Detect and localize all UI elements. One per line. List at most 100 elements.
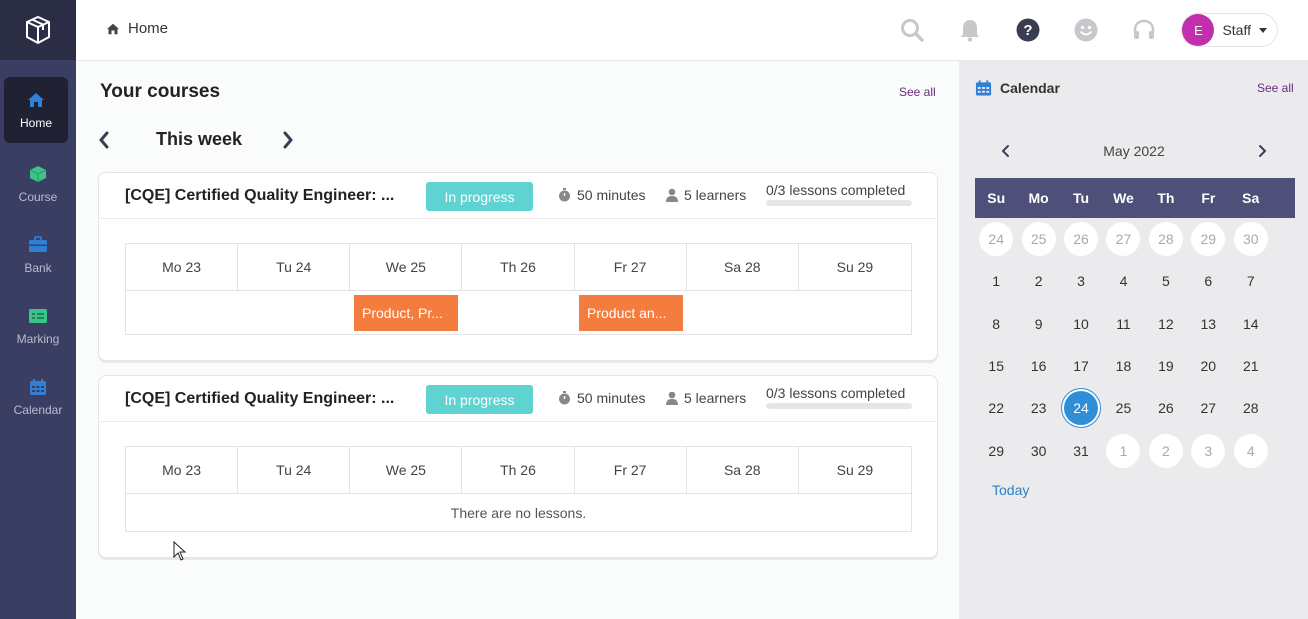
calendar-day-number: 3 (1077, 273, 1085, 290)
calendar-day-number: 26 (1158, 400, 1174, 417)
sidebar-item-label: Calendar (13, 402, 63, 417)
calendar-day[interactable]: 11 (1102, 303, 1144, 345)
status-badge: In progress (426, 182, 533, 211)
calendar-day[interactable]: 8 (975, 303, 1017, 345)
calendar-day[interactable]: 1 (975, 260, 1017, 302)
calendar-day[interactable]: 18 (1102, 345, 1144, 387)
calendar-day[interactable]: 1 (1102, 429, 1144, 471)
bell-icon[interactable] (941, 0, 999, 60)
breadcrumb-home[interactable]: Home (128, 20, 168, 37)
headset-icon[interactable] (1115, 0, 1173, 60)
calendar-day[interactable]: 23 (1017, 387, 1059, 429)
calendar-day-number: 31 (1073, 442, 1089, 459)
calendar-day-number: 30 (1030, 442, 1047, 459)
calendar-day-number: 30 (1233, 222, 1268, 257)
sidebar-item-bank[interactable]: Bank (0, 219, 76, 290)
calendar-day[interactable]: 26 (1060, 218, 1102, 260)
calendar-day[interactable]: 15 (975, 345, 1017, 387)
calendar-day[interactable]: 25 (1102, 387, 1144, 429)
calendar-day-number: 23 (1030, 400, 1047, 417)
chevron-right-icon[interactable] (1257, 144, 1267, 158)
smiley-icon[interactable] (1057, 0, 1115, 60)
calendar-day[interactable]: 28 (1145, 218, 1187, 260)
calendar-day-today[interactable]: 24 (1060, 387, 1102, 429)
home-icon (107, 23, 119, 34)
avatar: E (1182, 14, 1215, 46)
stopwatch-icon (559, 188, 570, 202)
calendar-day-number: 22 (988, 400, 1004, 417)
calendar-day[interactable]: 30 (1017, 429, 1059, 471)
course-title[interactable]: [CQE] Certified Quality Engineer: ... (125, 187, 394, 205)
calendar-day[interactable]: 4 (1230, 429, 1272, 471)
box-logo-icon[interactable] (0, 0, 76, 60)
calendar-day[interactable]: 19 (1145, 345, 1187, 387)
calendar-day[interactable]: 7 (1230, 260, 1272, 302)
weekday-label: Sa (1242, 190, 1260, 206)
chevron-right-icon[interactable] (282, 131, 294, 149)
caret-down-icon (1259, 27, 1267, 33)
calendar-day-number: 20 (1200, 358, 1217, 375)
sidebar-item-marking[interactable]: Marking (0, 290, 76, 361)
lesson-block[interactable]: Product, Pr... (354, 295, 458, 331)
sidebar-item-calendar[interactable]: Calendar (0, 361, 76, 432)
day-header: Tu 24 (238, 244, 351, 290)
calendar-day[interactable]: 26 (1145, 387, 1187, 429)
calendar-day[interactable]: 5 (1145, 260, 1187, 302)
lesson-progress: 0/3 lessons completed (766, 182, 912, 206)
calendar-day[interactable]: 20 (1187, 345, 1229, 387)
calendar-day[interactable]: 31 (1060, 429, 1102, 471)
calendar-day[interactable]: 30 (1230, 218, 1272, 260)
calendar-day[interactable]: 21 (1230, 345, 1272, 387)
day-header: Mo 23 (126, 244, 239, 290)
breadcrumb[interactable]: Home (106, 20, 168, 37)
course-card: [CQE] Certified Quality Engineer: ... In… (98, 172, 938, 361)
sidebar-item-home[interactable]: Home (4, 77, 68, 143)
calendar-day[interactable]: 9 (1017, 303, 1059, 345)
day-header: We 25 (350, 447, 463, 493)
calendar-day[interactable]: 13 (1187, 303, 1229, 345)
course-title[interactable]: [CQE] Certified Quality Engineer: ... (125, 390, 394, 408)
courses-see-all-link[interactable]: See all (899, 85, 936, 99)
calendar-week-row: 15 16 17 18 19 20 21 (975, 345, 1295, 387)
calendar-day[interactable]: 29 (975, 429, 1017, 471)
progress-bar (766, 200, 912, 206)
calendar-day[interactable]: 24 (975, 218, 1017, 260)
chevron-left-icon[interactable] (98, 131, 110, 149)
help-icon[interactable]: ? (999, 0, 1057, 60)
calendar-day[interactable]: 6 (1187, 260, 1229, 302)
calendar-day-number: 29 (1191, 222, 1226, 257)
progress-text: 0/3 lessons completed (766, 182, 906, 198)
calendar-day[interactable]: 27 (1187, 387, 1229, 429)
calendar-day[interactable]: 3 (1187, 429, 1229, 471)
calendar-day[interactable]: 2 (1017, 260, 1059, 302)
calendar-day-number: 15 (988, 358, 1004, 375)
calendar-day[interactable]: 10 (1060, 303, 1102, 345)
calendar-panel-title: Calendar (975, 79, 1060, 97)
calendar-week-row: 1 2 3 4 5 6 7 (975, 260, 1295, 302)
calendar-day[interactable]: 3 (1060, 260, 1102, 302)
calendar-day[interactable]: 29 (1187, 218, 1229, 260)
calendar-day[interactable]: 27 (1102, 218, 1144, 260)
day-header: Fr 27 (575, 244, 687, 290)
calendar-day[interactable]: 25 (1017, 218, 1059, 260)
today-link[interactable]: Today (992, 482, 1029, 498)
week-nav: This week (98, 129, 294, 150)
calendar-see-all-link[interactable]: See all (1257, 81, 1294, 95)
calendar-day-number: 5 (1161, 273, 1170, 290)
calendar-day[interactable]: 2 (1145, 429, 1187, 471)
calendar-day-number: 2 (1034, 273, 1043, 290)
search-icon[interactable] (883, 0, 941, 60)
chevron-left-icon[interactable] (1001, 144, 1011, 158)
user-menu[interactable]: E Staff (1181, 13, 1278, 47)
home-icon (27, 90, 45, 110)
calendar-day[interactable]: 12 (1145, 303, 1187, 345)
calendar-day[interactable]: 16 (1017, 345, 1059, 387)
calendar-day[interactable]: 17 (1060, 345, 1102, 387)
calendar-day[interactable]: 28 (1230, 387, 1272, 429)
calendar-week-row: 22 23 24 25 26 27 28 (975, 387, 1295, 429)
sidebar-item-course[interactable]: Course (0, 148, 76, 219)
calendar-day[interactable]: 22 (975, 387, 1017, 429)
calendar-day[interactable]: 14 (1230, 303, 1272, 345)
calendar-day[interactable]: 4 (1102, 260, 1144, 302)
lesson-block[interactable]: Product an... (579, 295, 683, 331)
